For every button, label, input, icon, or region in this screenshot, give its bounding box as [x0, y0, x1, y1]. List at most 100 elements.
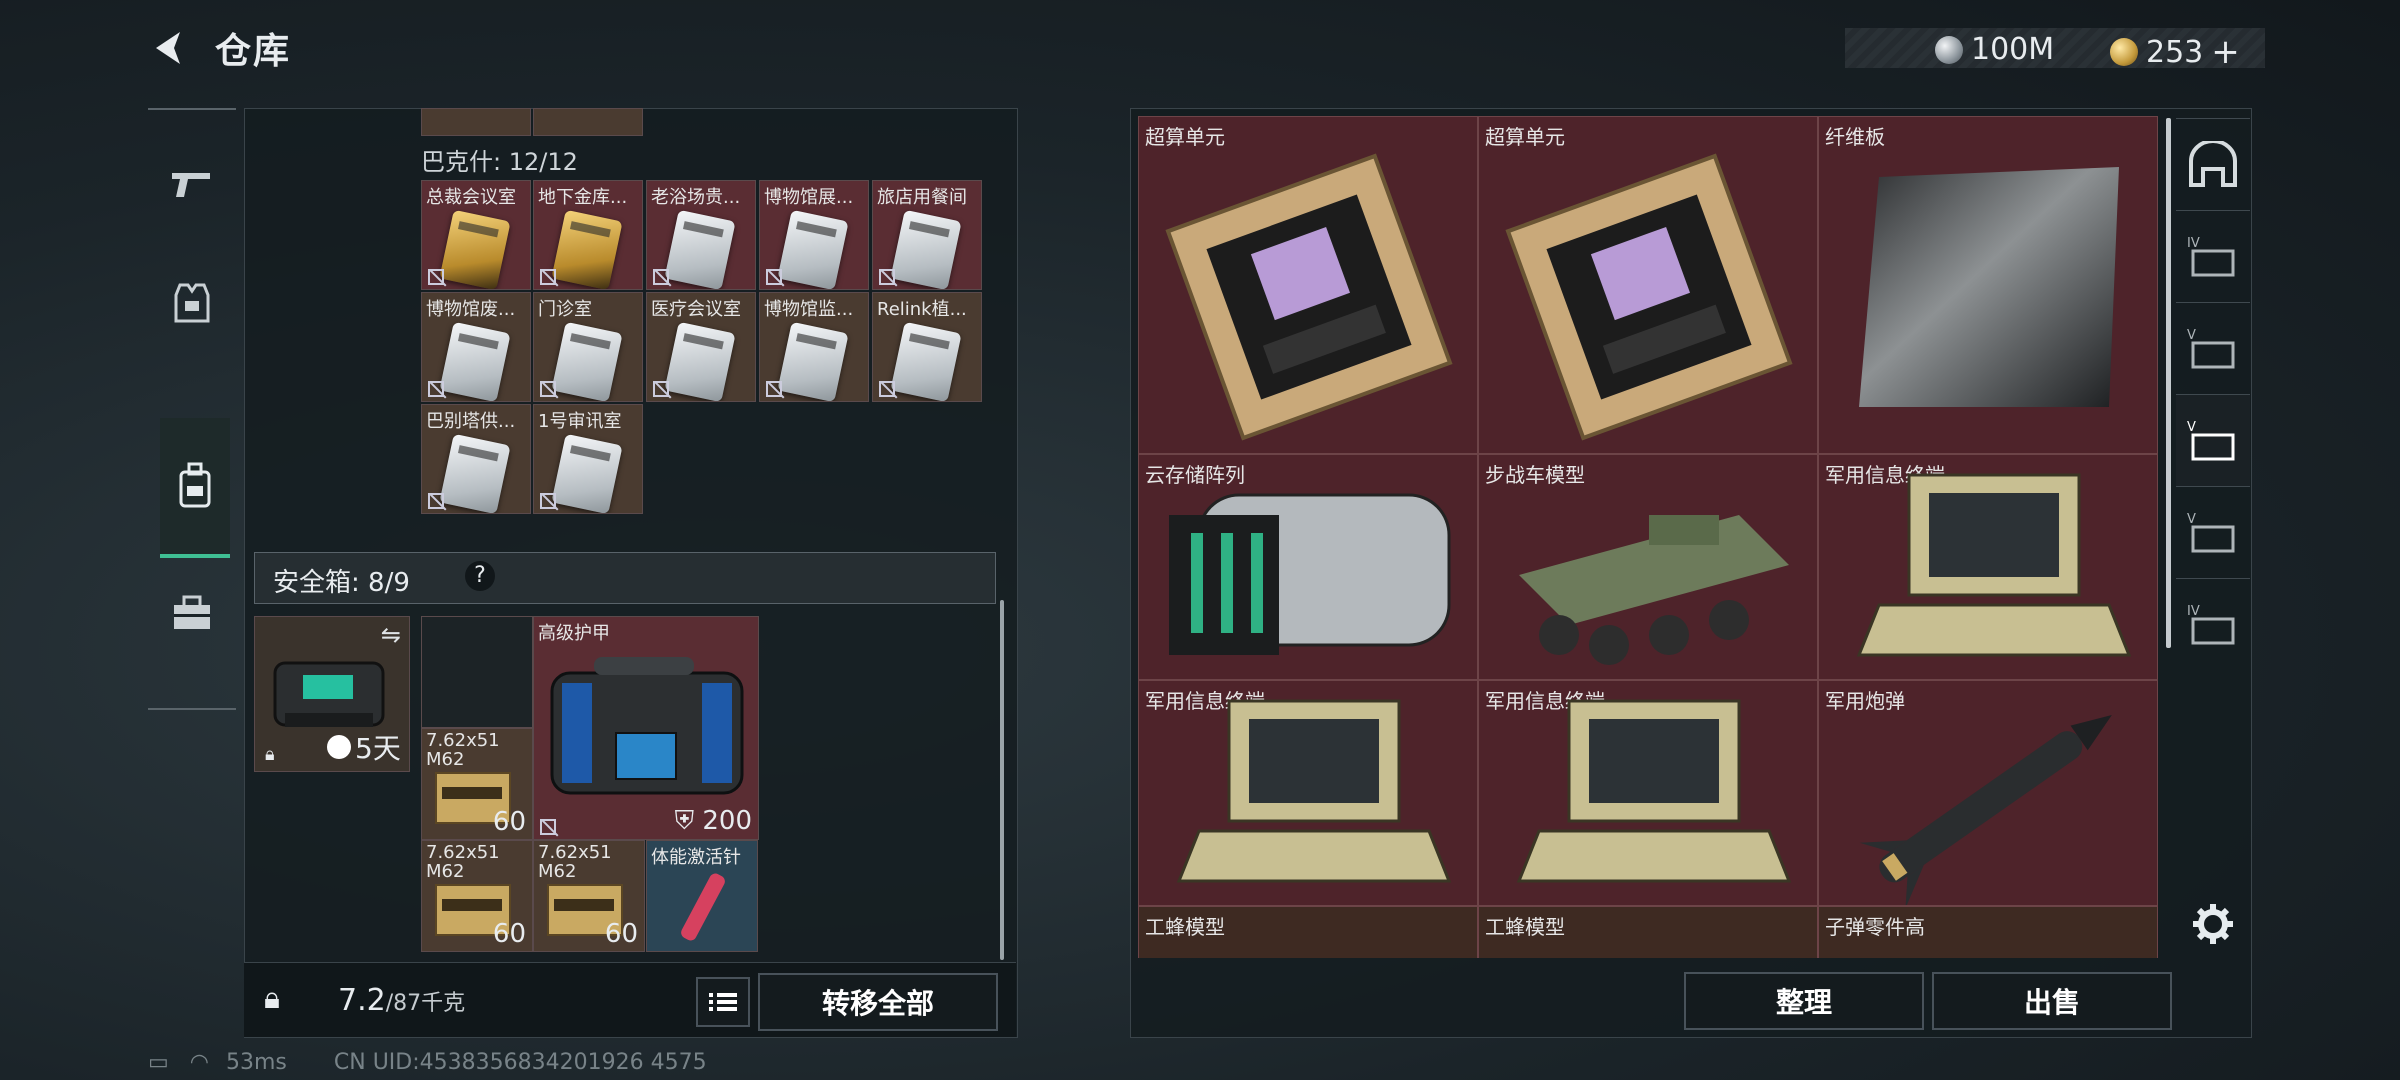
lock-icon: 🔒︎	[265, 744, 275, 765]
ammo-slot[interactable]: 7.62x51 M62 60	[421, 840, 533, 952]
weight-lock-icon: 🔒︎	[264, 981, 280, 1016]
no-bag-icon	[766, 381, 782, 397]
ammo-slot[interactable]: 7.62x51 M62 60	[533, 840, 645, 952]
gear-icon	[2193, 904, 2233, 944]
back-button[interactable]	[150, 28, 190, 68]
battery-icon: ▭	[148, 1050, 169, 1075]
svg-text:V: V	[2187, 328, 2196, 343]
backpack-footer: 🔒︎ 7.2/87千克 转移全部	[244, 962, 1016, 1037]
tab-stash-main[interactable]	[2176, 118, 2250, 211]
transfer-all-button[interactable]: 转移全部	[758, 973, 998, 1031]
silver-amount: 100M	[1971, 32, 2055, 67]
armor-label: 高级护甲	[538, 623, 610, 644]
tab-weapons[interactable]	[158, 138, 226, 228]
chip-icon	[1165, 153, 1453, 441]
empty-slot[interactable]	[421, 616, 533, 728]
keycard-icon	[664, 209, 736, 289]
grid-item[interactable]: 军用信息终端	[1818, 454, 2158, 680]
no-bag-icon	[540, 381, 556, 397]
tab-toolbox[interactable]	[158, 568, 226, 658]
server-icon	[1169, 493, 1451, 655]
uid-readout: CN UID:4538356834201926 4575	[333, 1050, 707, 1075]
ifv-model-icon	[1519, 515, 1789, 665]
safebox-container[interactable]: ⇋ 🔒︎ 5天	[254, 616, 410, 772]
no-bag-icon	[540, 819, 556, 835]
safebox-header: 安全箱: 8/9 ?	[254, 552, 996, 604]
tab-expansion-4[interactable]: IV	[2176, 210, 2250, 303]
sell-button[interactable]: 出售	[1932, 972, 2172, 1030]
tab-expansion-4b[interactable]: IV	[2176, 578, 2250, 671]
keycard-slot[interactable]: 博物馆展...	[759, 180, 869, 290]
ammo-slot[interactable]: 7.62x51 M62 60	[421, 728, 533, 840]
grid-item[interactable]: 云存储阵列	[1138, 454, 1478, 680]
keycard-slot[interactable]: 博物馆废...	[421, 292, 531, 402]
list-view-button[interactable]	[696, 977, 750, 1027]
item-label: 工蜂模型	[1145, 915, 1225, 939]
ammo-label: 7.62x51 M62	[538, 843, 612, 881]
terminal-case-icon	[1176, 699, 1452, 883]
stash-grid: 超算单元 超算单元 纤维板 云存储阵列 步战车模型 军用信息终端 军用信息终端 …	[1138, 116, 2158, 958]
fiber-plate-icon	[1859, 167, 2119, 407]
tab-expansion-5c[interactable]: V	[2176, 486, 2250, 579]
keycard-label: 博物馆废...	[426, 299, 516, 320]
no-bag-icon	[540, 269, 556, 285]
warehouse-icon	[2189, 141, 2237, 187]
injector-label: 体能激活针	[651, 847, 741, 868]
keycard-slot[interactable]: 旅店用餐间	[872, 180, 982, 290]
add-gold-button[interactable]: +	[2211, 32, 2240, 72]
grid-item[interactable]: 军用信息终端	[1478, 680, 1818, 906]
grid-item[interactable]: 工蜂模型	[1138, 906, 1478, 958]
grid-item[interactable]: 纤维板	[1818, 116, 2158, 454]
keycard-slot[interactable]: 门诊室	[533, 292, 643, 402]
settings-button[interactable]	[2176, 878, 2250, 970]
keycard-slot[interactable]: Relink植...	[872, 292, 982, 402]
stash-scrollbar[interactable]	[2166, 118, 2171, 648]
grid-item[interactable]: 军用信息终端	[1138, 680, 1478, 906]
keycard-label: 门诊室	[538, 299, 592, 320]
svg-text:IV: IV	[2187, 236, 2200, 251]
grid-item[interactable]: 超算单元	[1478, 116, 1818, 454]
item-slot[interactable]	[533, 108, 643, 136]
gold-keycard-icon	[551, 209, 623, 289]
injector-slot[interactable]: 体能激活针	[646, 840, 758, 952]
tab-equipment[interactable]	[158, 258, 226, 348]
keycard-slot[interactable]: 老浴场贵...	[646, 180, 756, 290]
sort-button[interactable]: 整理	[1684, 972, 1924, 1030]
keycard-slot[interactable]: 1号审讯室	[533, 404, 643, 514]
armor-slot[interactable]: 高级护甲 ⛨ 200	[533, 616, 759, 840]
tab-expansion-5b[interactable]: V	[2176, 394, 2250, 487]
ammo-count: 60	[492, 919, 526, 949]
keycard-slot[interactable]: 地下金库...	[533, 180, 643, 290]
item-slot[interactable]	[421, 108, 531, 136]
keycard-label: 总裁会议室	[426, 187, 516, 208]
swap-icon[interactable]: ⇋	[381, 621, 401, 649]
back-arrow-icon	[156, 32, 180, 64]
grid-item[interactable]: 工蜂模型	[1478, 906, 1818, 958]
gun-icon	[172, 173, 210, 197]
keycard-slot[interactable]: 博物馆监...	[759, 292, 869, 402]
grid-item[interactable]: 超算单元	[1138, 116, 1478, 454]
keycard-icon	[664, 321, 736, 401]
tab-backpack[interactable]	[160, 418, 230, 558]
safebox-duration: 5天	[355, 732, 401, 765]
rail-divider	[148, 708, 236, 710]
no-bag-icon	[653, 381, 669, 397]
backpack-scrollbar[interactable]	[1000, 600, 1004, 960]
tab-expansion-5a[interactable]: V	[2176, 302, 2250, 395]
keycard-label: 1号审讯室	[538, 411, 622, 432]
help-button[interactable]: ?	[465, 561, 495, 591]
keycard-label: Relink植...	[877, 299, 967, 320]
terminal-case-icon	[1856, 473, 2132, 657]
weight-value: 7.2	[338, 983, 386, 1018]
keycard-icon	[890, 321, 962, 401]
grid-item[interactable]: 子弹零件高	[1818, 906, 2158, 958]
grid-item[interactable]: 步战车模型	[1478, 454, 1818, 680]
gold-coin-icon	[2110, 38, 2138, 66]
keycard-slot[interactable]: 总裁会议室	[421, 180, 531, 290]
keycard-slot[interactable]: 巴别塔供...	[421, 404, 531, 514]
expansion-box-icon: IV	[2187, 236, 2235, 277]
grid-item[interactable]: 军用炮弹	[1818, 680, 2158, 906]
keycard-slot[interactable]: 医疗会议室	[646, 292, 756, 402]
gold-currency[interactable]: 253 +	[2110, 32, 2240, 72]
expansion-box-icon: V	[2187, 512, 2235, 553]
